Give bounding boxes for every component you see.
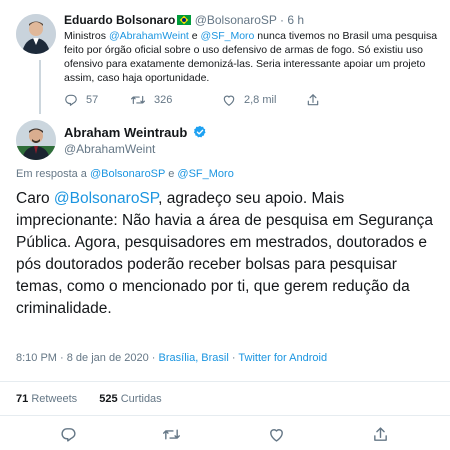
main-handle[interactable]: @AbrahamWeint <box>64 141 207 157</box>
reply-text: Ministros @AbrahamWeint e @SF_Moro nunca… <box>64 29 444 85</box>
retweets-label: Retweets <box>31 393 78 405</box>
tweet-stats: 71 Retweets 525 Curtidas <box>16 393 162 405</box>
share-icon <box>307 94 319 106</box>
reply-icon <box>65 94 77 106</box>
main-tweet-text: Caro @BolsonaroSP, agradeço seu apoio. M… <box>16 188 436 320</box>
in-reply-prefix: Em resposta a <box>16 168 90 180</box>
avatar-eduardo[interactable] <box>16 14 56 54</box>
tweet-time[interactable]: 8:10 PM <box>16 352 57 364</box>
tweet-location[interactable]: Brasília, Brasil <box>159 352 229 364</box>
reply-tweet[interactable]: Eduardo Bolsonaro @BolsonaroSP · 6 h Min… <box>64 12 444 107</box>
thread-connector-line <box>39 60 41 114</box>
like-icon <box>223 95 235 106</box>
main-reply-button[interactable] <box>60 426 77 448</box>
likes-label: Curtidas <box>120 393 162 405</box>
retweets-count: 71 <box>16 393 29 405</box>
share-button[interactable] <box>306 93 346 107</box>
main-author-name[interactable]: Abraham Weintraub <box>64 125 187 140</box>
retweet-icon <box>162 429 180 440</box>
share-icon <box>374 427 387 441</box>
in-reply-user-moro[interactable]: @SF_Moro <box>177 168 233 180</box>
retweets-stat[interactable]: 71 Retweets <box>16 393 77 405</box>
like-icon <box>270 429 283 442</box>
main-text-mention[interactable]: @BolsonaroSP <box>54 190 158 207</box>
reply-text-intro: Ministros <box>64 30 109 42</box>
divider <box>0 415 450 416</box>
reply-time[interactable]: 6 h <box>287 13 304 27</box>
brazil-flag-icon <box>177 15 192 25</box>
meta-separator-1: · <box>151 352 156 364</box>
avatar-abraham[interactable] <box>16 120 56 160</box>
reply-button[interactable]: 57 <box>64 93 130 107</box>
like-button[interactable]: 2,8 mil <box>222 93 306 107</box>
main-text-start: Caro <box>16 190 54 207</box>
main-share-button[interactable] <box>372 426 389 448</box>
retweet-button[interactable]: 326 <box>130 93 222 107</box>
reply-icon <box>61 428 76 442</box>
reply-author-name[interactable]: Eduardo Bolsonaro <box>64 13 175 27</box>
tweet-client[interactable]: Twitter for Android <box>238 352 327 364</box>
in-reply-user-bolsonaro[interactable]: @BolsonaroSP <box>90 168 165 180</box>
in-reply-to: Em resposta a @BolsonaroSP e @SF_Moro <box>16 168 234 180</box>
tweet-date-separator: · <box>56 352 67 364</box>
main-retweet-button[interactable] <box>162 426 181 448</box>
reply-separator: · <box>280 13 285 27</box>
main-text-rest: , agradeço seu apoio. Mais imprecionante… <box>16 190 434 317</box>
likes-stat[interactable]: 525 Curtidas <box>99 393 161 405</box>
main-author-row: Abraham Weintraub <box>64 124 207 141</box>
main-tweet-header: Abraham Weintraub @AbrahamWeint <box>64 124 207 157</box>
retweet-count: 326 <box>154 94 173 106</box>
likes-count: 525 <box>99 393 118 405</box>
reply-mention-abraham[interactable]: @AbrahamWeint <box>109 30 189 42</box>
main-like-button[interactable] <box>268 426 285 448</box>
reply-mention-moro[interactable]: @SF_Moro <box>201 30 255 42</box>
reply-actions: 57 326 2,8 mil <box>64 93 444 107</box>
like-count: 2,8 mil <box>244 94 277 106</box>
in-reply-and: e <box>165 168 178 180</box>
divider <box>0 381 450 382</box>
verified-badge-icon <box>193 125 206 138</box>
reply-header: Eduardo Bolsonaro @BolsonaroSP · 6 h <box>64 12 444 28</box>
tweet-meta: 8:10 PM · 8 de jan de 2020 · Brasília, B… <box>16 352 327 364</box>
reply-count: 57 <box>86 94 99 106</box>
retweet-icon <box>130 95 145 105</box>
meta-separator-2: · <box>231 352 236 364</box>
tweet-date[interactable]: 8 de jan de 2020 <box>67 352 149 364</box>
reply-text-and: e <box>188 30 201 42</box>
reply-handle[interactable]: @BolsonaroSP <box>195 13 277 27</box>
